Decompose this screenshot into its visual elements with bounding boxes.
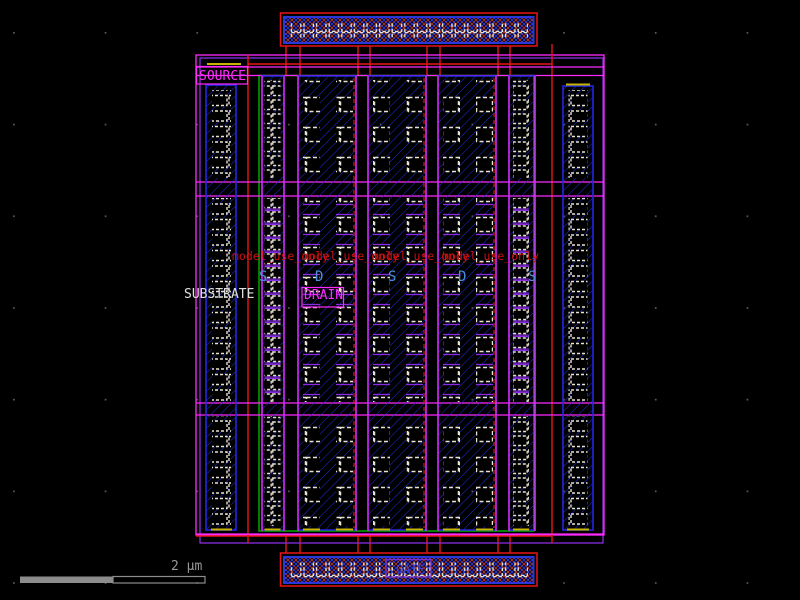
finger-letter-2: D xyxy=(315,269,323,285)
finger-letter-4: D xyxy=(458,269,466,285)
layout-editor-viewport: GATE SOURCE SUBSTRATE DRAIN S D S D S mo… xyxy=(0,0,800,600)
source-finger-3 xyxy=(508,75,536,531)
via-row xyxy=(290,22,528,38)
finger-letter-3: S xyxy=(388,269,396,285)
scale-bar-filled-half xyxy=(20,576,113,583)
layout-canvas[interactable]: GATE SOURCE SUBSTRATE DRAIN S D S D S mo… xyxy=(0,0,800,600)
gate-label: GATE xyxy=(396,563,425,577)
watermark-text-4: model_use_only xyxy=(442,249,539,263)
finger-letter-1: S xyxy=(259,269,267,285)
top-metal-rail xyxy=(279,12,538,47)
source-finger-1 xyxy=(261,75,285,531)
substrate-column-right xyxy=(562,83,594,531)
watermark-texts: model_use_only model_use_only model_use_… xyxy=(232,249,539,263)
source-finger-2 xyxy=(367,75,427,531)
drain-finger-2 xyxy=(437,75,497,531)
bottom-metal-rail: GATE xyxy=(279,552,538,587)
source-label: SOURCE xyxy=(199,69,246,84)
scale-bar-label: 2 µm xyxy=(171,559,202,574)
drain-finger-1 xyxy=(297,75,357,531)
finger-letter-5: S xyxy=(528,269,536,285)
substrate-label: SUBSTRATE xyxy=(184,287,254,302)
drain-label: DRAIN xyxy=(304,288,343,303)
